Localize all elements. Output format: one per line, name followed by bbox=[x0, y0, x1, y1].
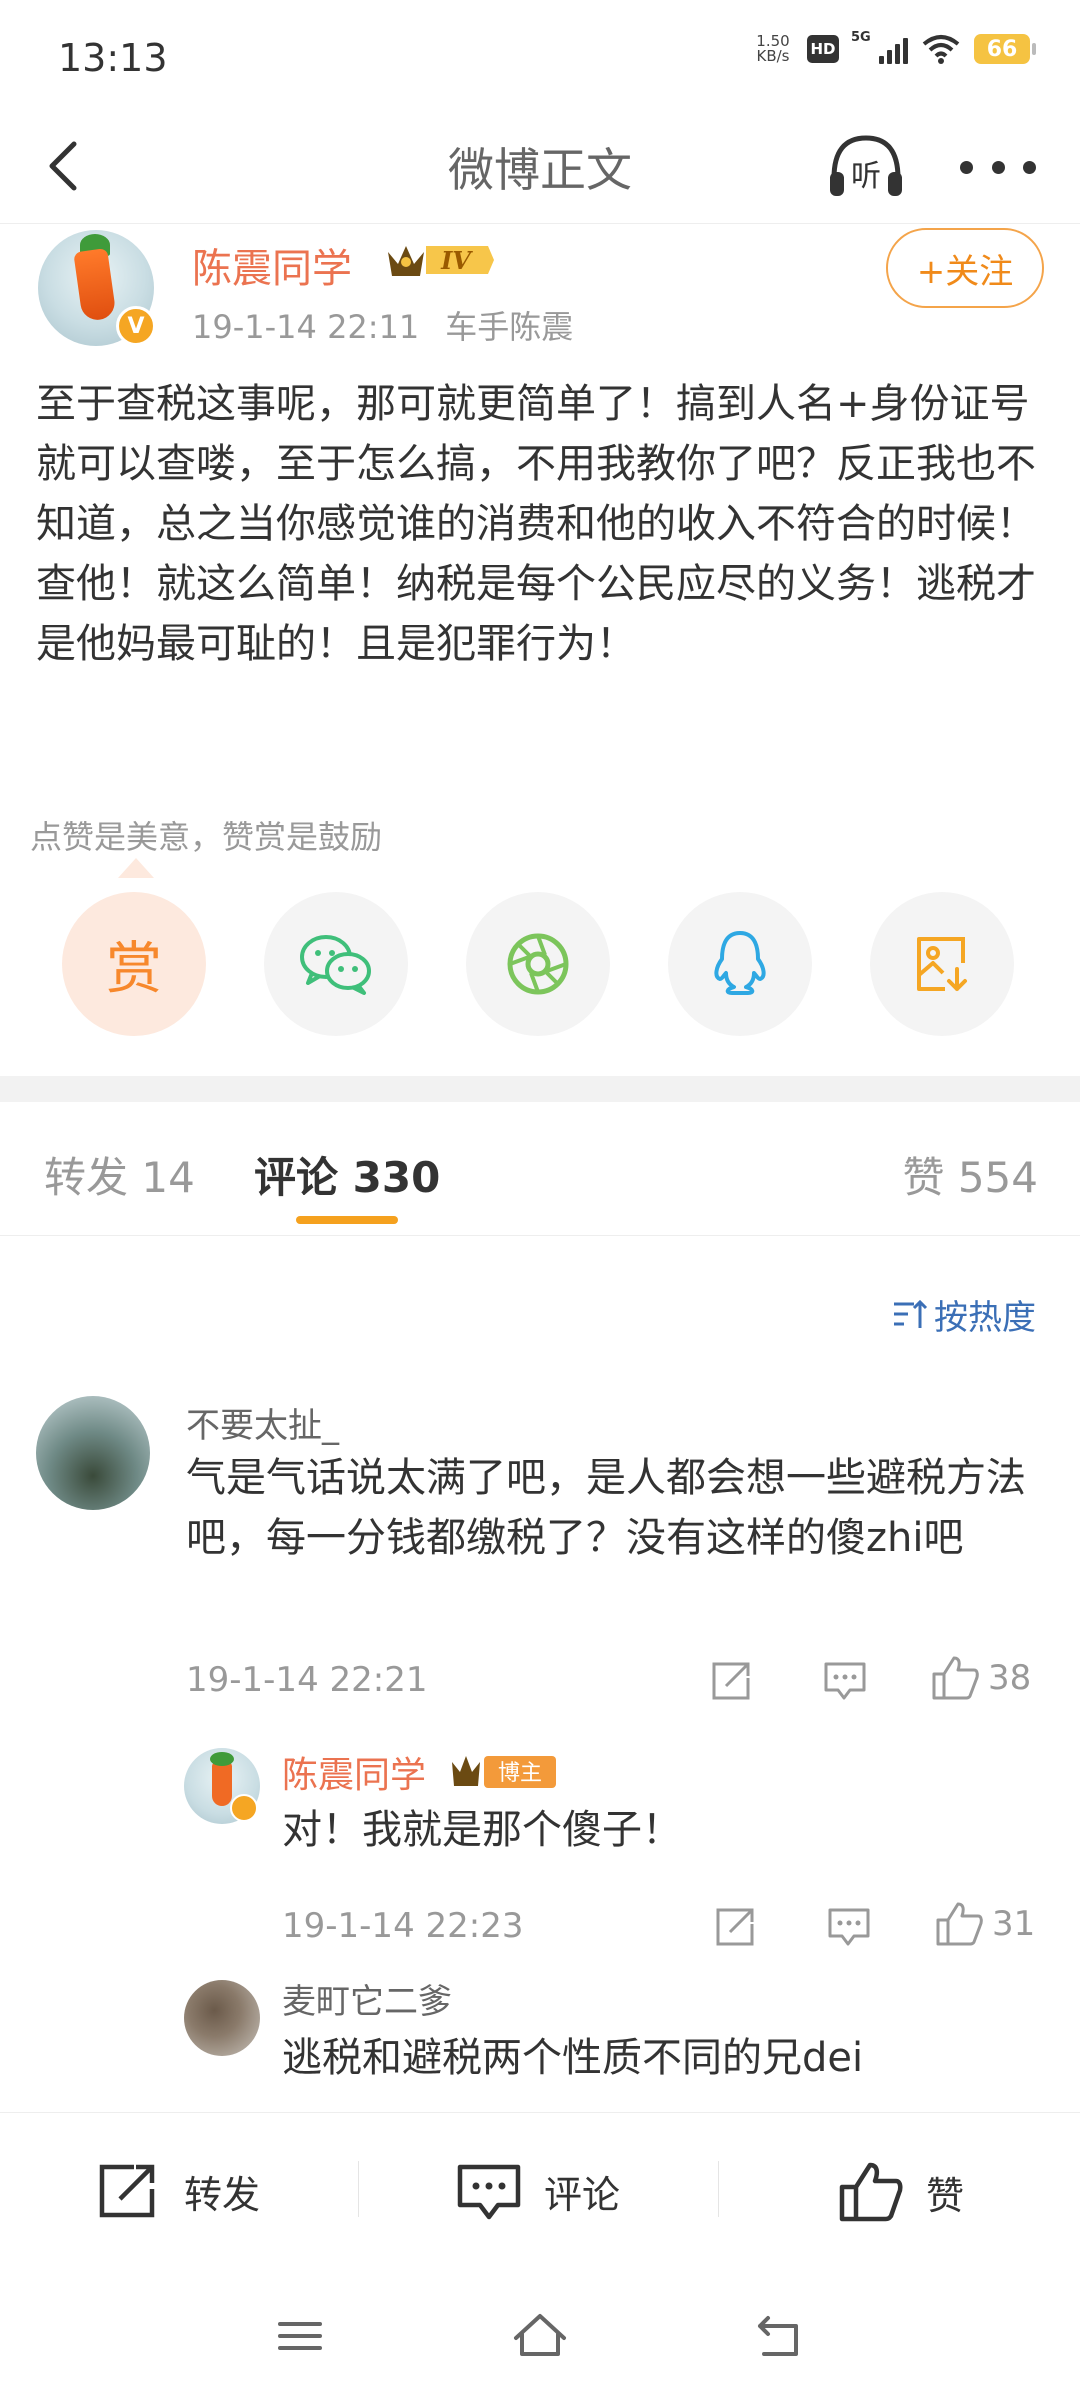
more-options-icon[interactable] bbox=[960, 142, 1036, 192]
listen-headphones-icon[interactable]: 听 bbox=[826, 132, 906, 202]
tab-reposts[interactable]: 转发 14 bbox=[44, 1144, 195, 1205]
comment-icon bbox=[457, 2164, 521, 2220]
wechat-icon bbox=[300, 935, 371, 995]
repost-icon bbox=[99, 2164, 155, 2218]
reply-avatar[interactable] bbox=[184, 1980, 260, 2056]
share-qq-button[interactable] bbox=[668, 892, 812, 1036]
system-navigation-bar bbox=[0, 2276, 1080, 2400]
reply-text: 对！我就是那个傻子！ bbox=[282, 1807, 682, 1853]
commenter-avatar[interactable] bbox=[36, 1396, 150, 1510]
reply-text: 逃税和避税两个性质不同的兄dei bbox=[282, 2035, 864, 2081]
home-icon[interactable] bbox=[510, 2306, 570, 2366]
reply-author-name[interactable]: 陈震同学 bbox=[282, 1746, 426, 1798]
separator bbox=[718, 2161, 719, 2217]
menu-icon[interactable] bbox=[270, 2306, 330, 2366]
post-time: 19-1-14 22:11 bbox=[192, 308, 420, 346]
network-speed: 1.50 KB/s bbox=[756, 32, 790, 65]
hint-pointer bbox=[118, 858, 154, 878]
signal-icon: 5G bbox=[851, 30, 908, 64]
verified-badge-icon bbox=[230, 1794, 258, 1822]
comment-item: 不要太扯_ 气是气话说太满了吧，是人都会想一些避税方法吧，每一分钱都缴税了？没有… bbox=[0, 1396, 1080, 1726]
vip-crown-badge-icon: IV bbox=[388, 246, 494, 276]
post-meta: 19-1-14 22:11 车手陈震 bbox=[192, 302, 573, 348]
reply-like-button[interactable]: 31 bbox=[934, 1900, 1035, 1948]
svg-text:博主: 博主 bbox=[498, 1761, 542, 1786]
bottom-action-bar: 转发 评论 赞 bbox=[0, 2112, 1080, 2276]
reply-comment-icon[interactable] bbox=[826, 1904, 872, 1948]
save-image-icon bbox=[917, 937, 967, 991]
comment-reply-icon[interactable] bbox=[822, 1658, 868, 1702]
post-text: 至于查税这事呢，那可就更简单了！搞到人名+身份证号就可以查喽，至于怎么搞，不用我… bbox=[36, 381, 1036, 667]
like-label: 赞 bbox=[926, 2173, 965, 2218]
thumbs-up-icon bbox=[839, 2162, 903, 2222]
section-divider bbox=[0, 1076, 1080, 1102]
reply-time: 19-1-14 22:23 bbox=[282, 1906, 524, 1946]
post-source: 车手陈震 bbox=[445, 308, 574, 346]
post-author: V 陈震同学 IV 19-1-14 22:11 车手陈震 +关注 bbox=[0, 226, 1080, 356]
comment-repost-icon[interactable] bbox=[710, 1658, 754, 1702]
svg-text:听: 听 bbox=[851, 159, 881, 194]
thumbs-up-icon bbox=[936, 1902, 983, 1946]
like-count: 38 bbox=[988, 1658, 1032, 1698]
tab-comments[interactable]: 评论 330 bbox=[254, 1144, 440, 1205]
moments-icon bbox=[507, 933, 569, 995]
status-bar: 13:13 1.50 KB/s HD 5G 66 bbox=[0, 0, 1080, 112]
reward-icon: 赏 bbox=[106, 936, 162, 1002]
comment-time: 19-1-14 22:21 bbox=[186, 1660, 428, 1700]
sort-label: 按热度 bbox=[934, 1298, 1036, 1338]
reward-hint: 点赞是美意，赞赏是鼓励 bbox=[30, 818, 383, 856]
repost-label: 转发 bbox=[184, 2172, 261, 2217]
svg-text:IV: IV bbox=[440, 246, 473, 275]
author-name[interactable]: 陈震同学 bbox=[192, 236, 352, 294]
like-count: 31 bbox=[992, 1904, 1036, 1944]
share-wechat-button[interactable] bbox=[264, 892, 408, 1036]
separator bbox=[358, 2161, 359, 2217]
status-time: 13:13 bbox=[58, 36, 168, 80]
share-row: 赏 bbox=[0, 892, 1080, 1042]
verified-badge-icon: V bbox=[116, 306, 156, 346]
status-icons: 1.50 KB/s HD 5G 66 bbox=[753, 30, 1036, 65]
back-icon[interactable] bbox=[750, 2306, 810, 2366]
tab-likes[interactable]: 赞 554 bbox=[902, 1144, 1038, 1205]
page-title: 微博正文 bbox=[448, 143, 632, 197]
comment-label: 评论 bbox=[544, 2172, 621, 2217]
reply-author-name[interactable]: 麦町它二爹 bbox=[282, 1974, 452, 2023]
comment-button[interactable]: 评论 bbox=[456, 2161, 620, 2221]
comment-text: 气是气话说太满了吧，是人都会想一些避税方法吧，每一分钱都缴税了？没有这样的傻zh… bbox=[186, 1455, 1026, 1561]
comment-like-button[interactable]: 38 bbox=[930, 1654, 1031, 1702]
wifi-icon bbox=[922, 35, 960, 64]
top-nav-bar: 微博正文 听 bbox=[0, 112, 1080, 224]
author-badge-icon: 博主 bbox=[452, 1756, 556, 1788]
hd-icon: HD bbox=[807, 35, 839, 63]
interaction-tabs: 转发 14 评论 330 赞 554 bbox=[0, 1102, 1080, 1236]
commenter-name[interactable]: 不要太扯_ bbox=[186, 1398, 339, 1447]
follow-button[interactable]: +关注 bbox=[886, 228, 1044, 308]
reward-button[interactable]: 赏 bbox=[62, 892, 206, 1036]
qq-icon bbox=[714, 931, 766, 995]
like-button[interactable]: 赞 bbox=[838, 2161, 964, 2223]
sort-toggle[interactable]: 按热度 bbox=[892, 1290, 1036, 1339]
sort-icon bbox=[894, 1299, 928, 1328]
thumbs-up-icon bbox=[932, 1656, 979, 1700]
reply-item: 陈震同学 博主 对！我就是那个傻子！ 19-1-14 22:23 31 bbox=[0, 1742, 1080, 1962]
reply-repost-icon[interactable] bbox=[714, 1904, 758, 1948]
active-tab-indicator bbox=[296, 1216, 398, 1224]
share-moments-button[interactable] bbox=[466, 892, 610, 1036]
save-image-button[interactable] bbox=[870, 892, 1014, 1036]
repost-button[interactable]: 转发 bbox=[96, 2161, 260, 2221]
battery-icon: 66 bbox=[974, 34, 1036, 64]
reply-item: 麦町它二爹 逃税和避税两个性质不同的兄dei bbox=[0, 1972, 1080, 2112]
